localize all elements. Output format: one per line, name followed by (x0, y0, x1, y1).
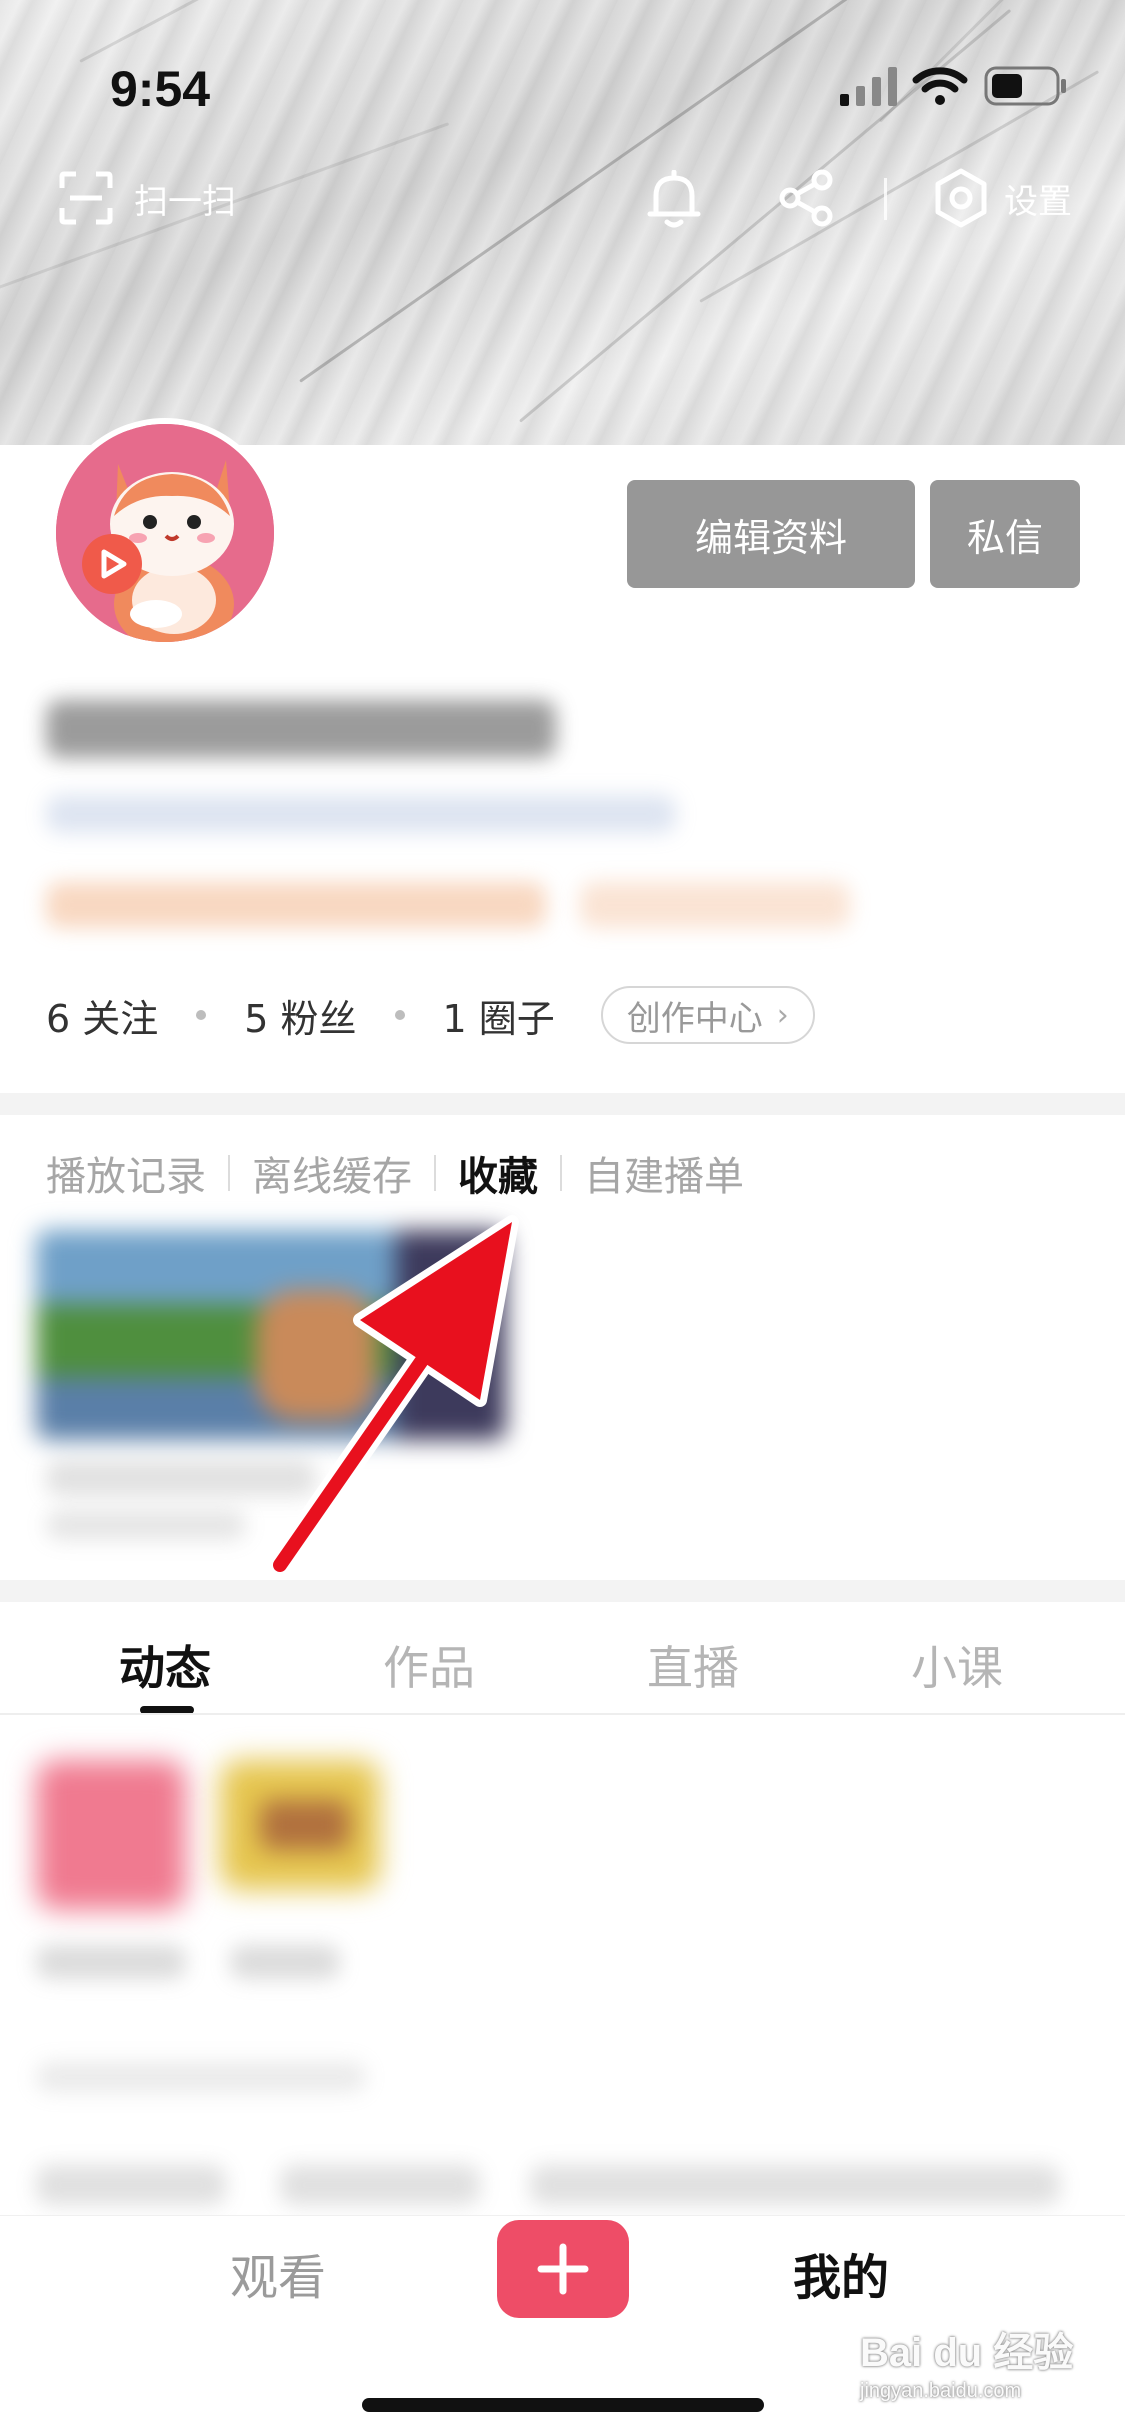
feed-text-redacted (530, 2165, 1060, 2205)
stats-separator (196, 1010, 207, 1020)
baidu-watermark: Bai du 经验 jingyan.baidu.com (860, 2320, 1090, 2410)
fox-mascot-icon (56, 424, 274, 642)
feed-caption-redacted (36, 1945, 186, 1979)
feed-caption-redacted (230, 1945, 340, 1979)
add-button[interactable] (497, 2220, 629, 2318)
share-icon[interactable] (776, 168, 836, 228)
settings-button[interactable]: 设置 (932, 166, 1082, 230)
stats-row: 6 关注 5 粉丝 1 圈子 创作中心 › (46, 985, 815, 1045)
tab-playlists[interactable]: 自建播单 (584, 1144, 744, 1202)
tab-separator (434, 1155, 436, 1191)
status-time: 9:54 (110, 61, 211, 117)
wifi-icon (912, 64, 968, 106)
feed-text-redacted (280, 2165, 480, 2205)
circles-count[interactable]: 1 圈子 (443, 988, 555, 1043)
tags-redacted-1 (46, 882, 546, 928)
fans-count[interactable]: 5 粉丝 (244, 988, 356, 1043)
library-tabs: 播放记录 离线缓存 收藏 自建播单 (46, 1143, 744, 1203)
tab-courses[interactable]: 小课 (857, 1632, 1057, 1698)
watermark-url: jingyan.baidu.com (860, 2380, 1022, 2402)
section-divider (0, 1093, 1125, 1115)
edit-profile-button[interactable]: 编辑资料 (627, 480, 915, 588)
tabs-bottom-border (0, 1713, 1125, 1715)
watermark-brand: Bai du 经验 (860, 2331, 1074, 2375)
plus-icon (537, 2243, 589, 2295)
tags-redacted-2 (580, 882, 850, 928)
tab-works[interactable]: 作品 (329, 1632, 529, 1698)
nav-mine[interactable]: 我的 (793, 2238, 889, 2308)
username-redacted (46, 700, 556, 758)
bio-redacted (46, 795, 676, 833)
tab-feed[interactable]: 动态 (65, 1632, 265, 1698)
thumbnail-subtitle-redacted (46, 1510, 246, 1540)
battery-icon (984, 66, 1068, 106)
header-divider (884, 178, 887, 220)
feed-item-image-detail (260, 1800, 350, 1850)
tab-separator (560, 1155, 562, 1191)
settings-label: 设置 (1004, 181, 1072, 222)
stats-separator (394, 1010, 405, 1020)
scan-button[interactable]: 扫一扫 (58, 168, 258, 228)
content-tabs: 动态 作品 直播 小课 (65, 1630, 1125, 1700)
tab-live[interactable]: 直播 (593, 1632, 793, 1698)
section-divider (0, 1580, 1125, 1602)
home-indicator (362, 2398, 764, 2412)
feed-item-image[interactable] (36, 1760, 186, 1910)
signal-icon (838, 64, 900, 106)
tab-favorites[interactable]: 收藏 (458, 1144, 538, 1202)
feed-text-redacted (36, 2165, 226, 2205)
annotation-arrow-icon (267, 1215, 519, 1578)
notification-bell-icon[interactable] (646, 169, 702, 230)
gear-icon (932, 167, 990, 229)
private-message-button[interactable]: 私信 (930, 480, 1080, 588)
following-count[interactable]: 6 关注 (46, 988, 158, 1043)
nav-watch[interactable]: 观看 (230, 2238, 326, 2308)
creator-center-button[interactable]: 创作中心 › (600, 986, 815, 1044)
scan-label: 扫一扫 (134, 181, 236, 222)
tab-offline[interactable]: 离线缓存 (252, 1144, 412, 1202)
chevron-right-icon: › (776, 997, 789, 1033)
avatar[interactable] (50, 418, 280, 648)
tab-history[interactable]: 播放记录 (46, 1144, 206, 1202)
creator-center-label: 创作中心 (626, 998, 763, 1039)
scan-icon (58, 170, 114, 226)
tab-separator (228, 1155, 230, 1191)
feed-text-redacted (36, 2062, 366, 2092)
